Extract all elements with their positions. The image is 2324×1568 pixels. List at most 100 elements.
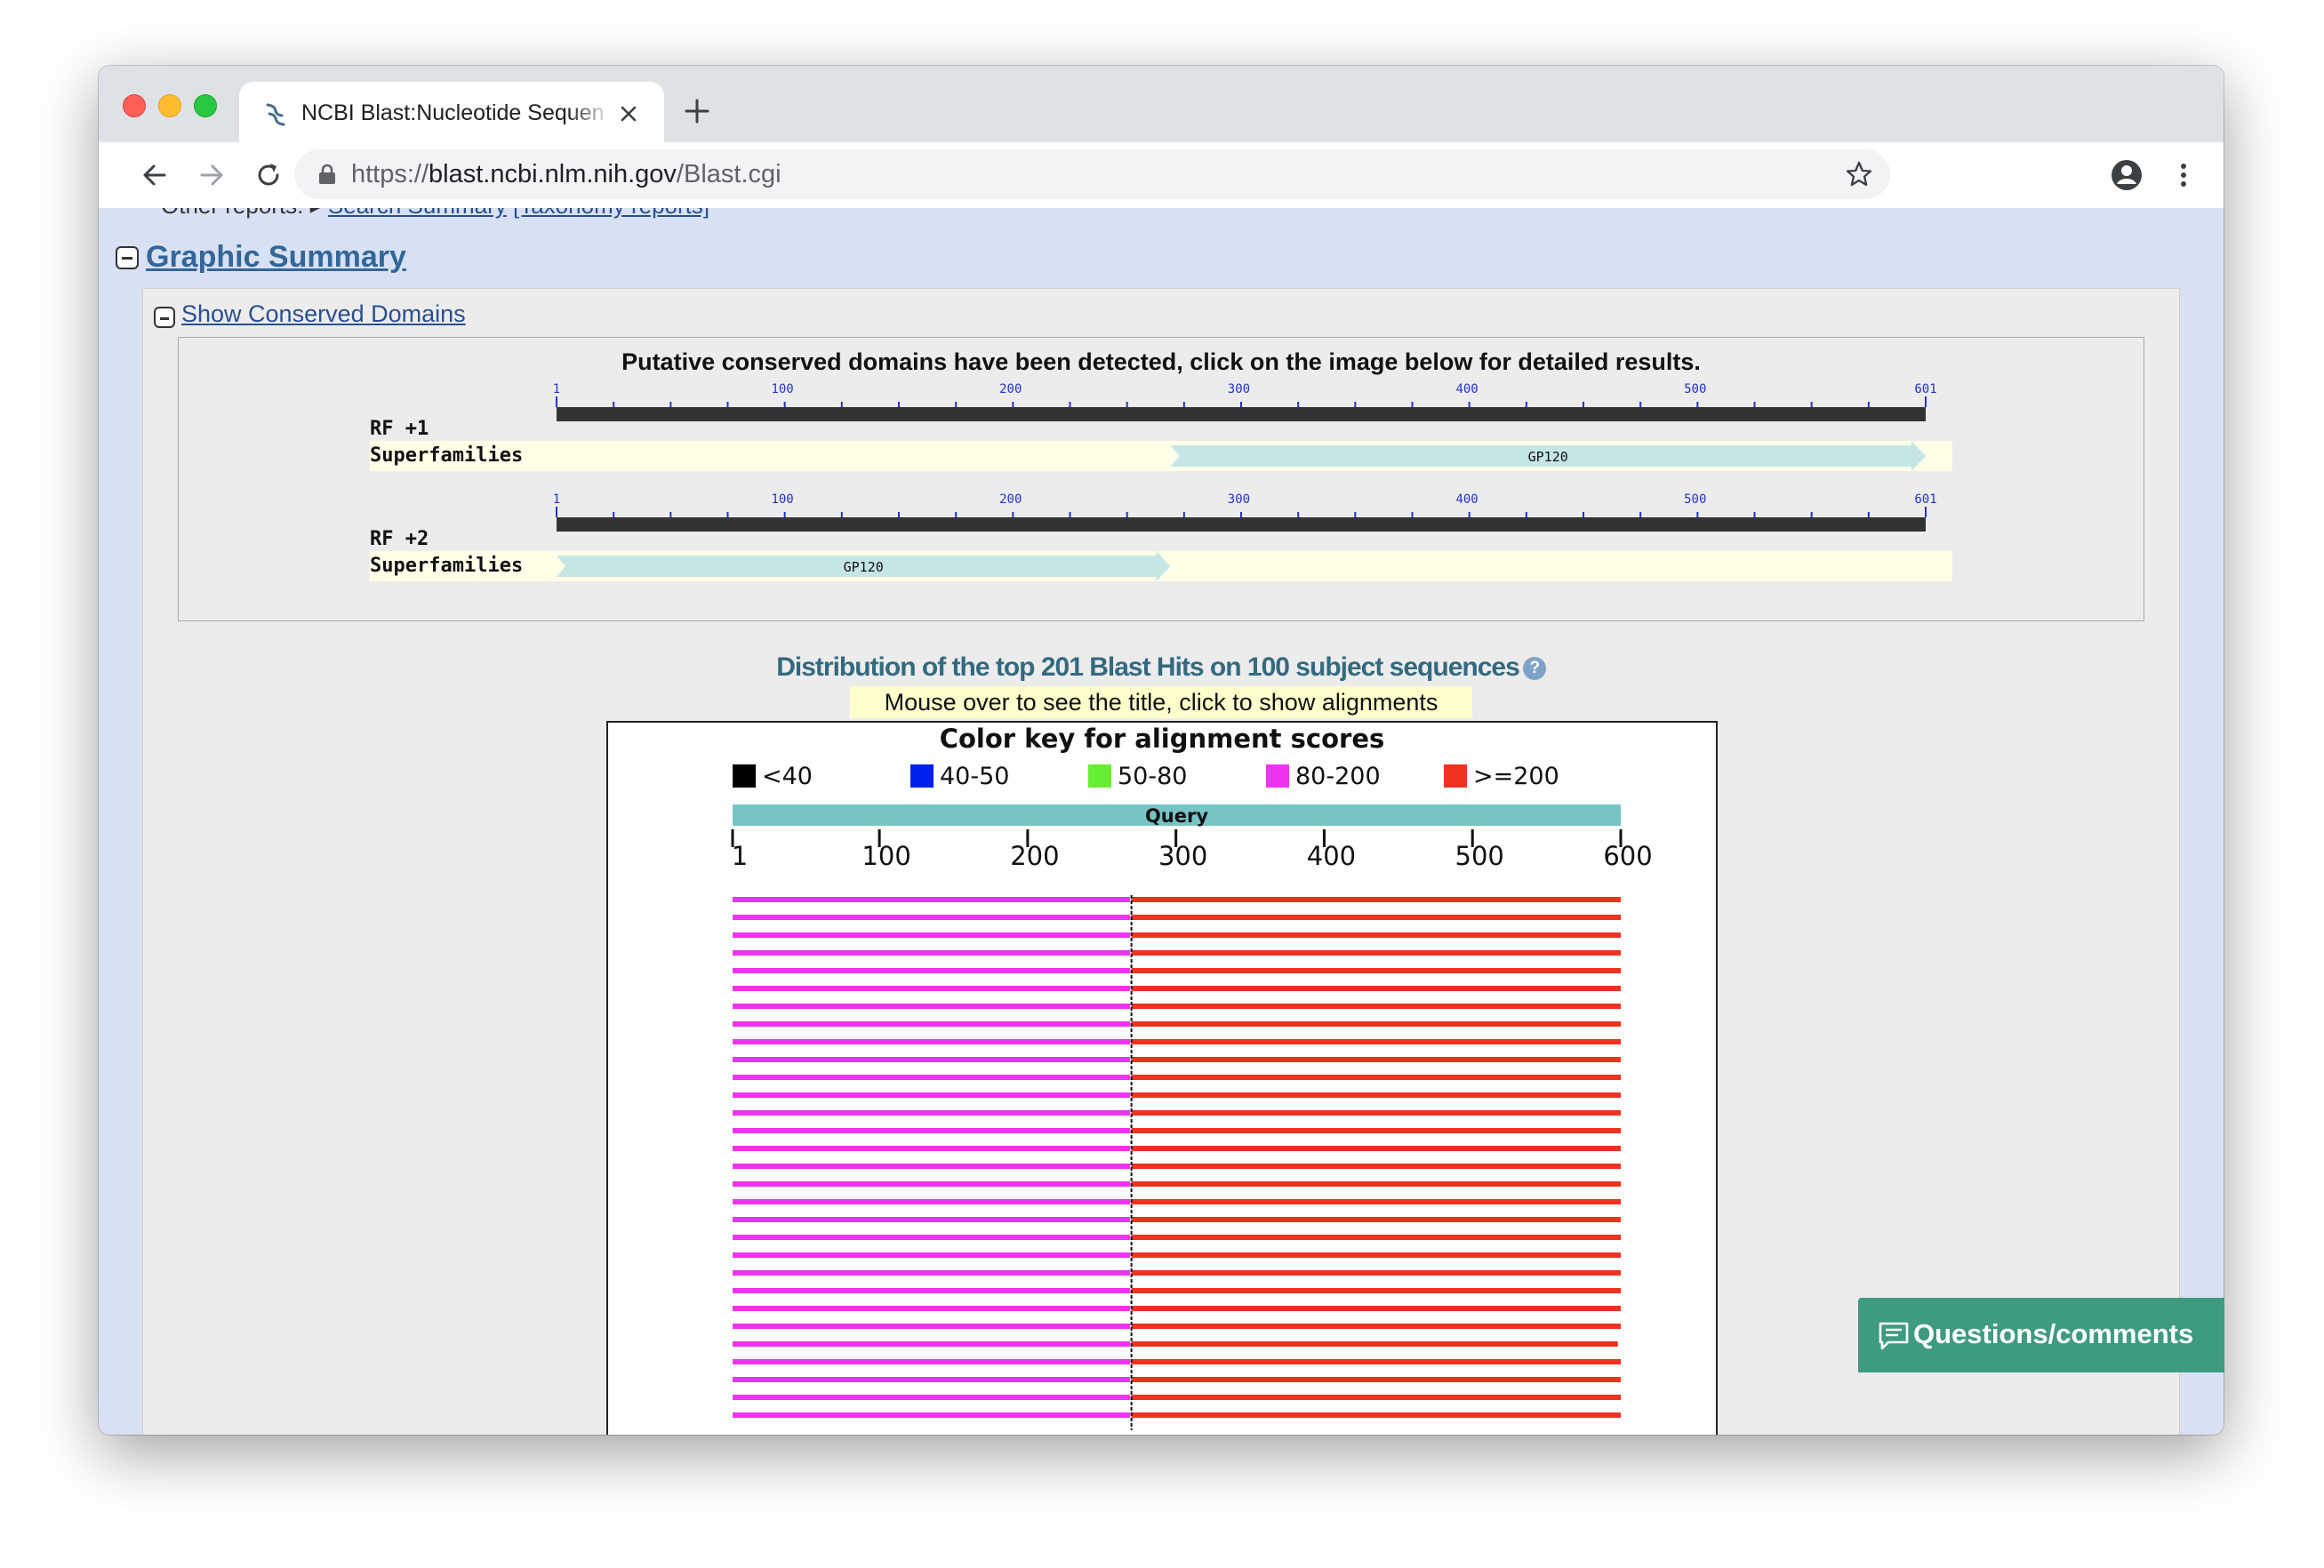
hit-segment (733, 1395, 1130, 1400)
new-tab-icon[interactable] (684, 98, 710, 124)
hit-segment (733, 1039, 1130, 1044)
hit-segment (1131, 1306, 1621, 1311)
cdd-tick-label: 400 (1455, 492, 1478, 507)
hit-segment (733, 1021, 1130, 1027)
reading-frame-label: RF +1 (370, 418, 429, 440)
hit-segment (1131, 1395, 1621, 1400)
forward-icon[interactable] (195, 158, 228, 192)
hit-segment (1131, 1359, 1621, 1364)
domain-label: GP120 (1528, 449, 1568, 465)
legend-label: 50-80 (1118, 763, 1187, 790)
superfamilies-label: Superfamilies (370, 555, 523, 577)
cdd-tick-label: 1 (553, 492, 560, 507)
hit-segment (1131, 1270, 1621, 1276)
hit-segment (733, 1164, 1130, 1169)
hit-segment (733, 1110, 1130, 1116)
cdd-tick-label: 500 (1684, 382, 1706, 396)
legend-swatch (1444, 764, 1467, 788)
browser-tab[interactable]: NCBI Blast:Nucleotide Sequence (239, 82, 664, 142)
cdd-tick-label: 200 (999, 492, 1022, 507)
cdd-tick-label: 601 (1914, 382, 1936, 396)
browser-toolbar: https://blast.ncbi.nlm.nih.gov/Blast.cgi (99, 142, 2224, 209)
show-conserved-domains-link[interactable]: Show Conserved Domains (181, 300, 466, 328)
hit-segment (733, 1235, 1130, 1240)
conserved-domains-box[interactable]: Putative conserved domains have been det… (178, 337, 2144, 621)
hit-segment (1131, 1164, 1621, 1169)
zoom-window-button[interactable] (194, 94, 217, 117)
taxonomy-reports-link[interactable]: [Taxonomy reports] (513, 208, 709, 219)
legend-label: 40-50 (940, 763, 1009, 790)
hit-segment (733, 1359, 1130, 1364)
collapse-conserved-domains-toggle[interactable] (154, 307, 175, 328)
reload-icon[interactable] (252, 158, 285, 192)
star-icon[interactable] (1845, 160, 1873, 188)
hit-segment (1131, 1128, 1621, 1133)
hit-segment (733, 1092, 1130, 1098)
tab-strip: NCBI Blast:Nucleotide Sequence (99, 66, 2224, 142)
distribution-title: Distribution of the top 201 Blast Hits o… (99, 652, 2224, 683)
address-bar[interactable]: https://blast.ncbi.nlm.nih.gov/Blast.cgi (294, 149, 1890, 199)
hit-segment (1131, 932, 1621, 938)
hit-segment (1131, 1021, 1621, 1027)
account-icon[interactable] (2110, 158, 2144, 192)
blast-hits-graphic[interactable]: Color key for alignment scores <40 40-50 50… (606, 721, 1718, 1435)
conserved-domains-graphic[interactable]: 1 100 200 300 400 500 601 RF +1 Superfamilies GP1… (179, 338, 2145, 622)
hit-segment (1131, 915, 1621, 920)
browser-window: NCBI Blast:Nucleotide Sequence https://b… (99, 66, 2224, 1435)
tab-title: NCBI Blast:Nucleotide Sequence (301, 100, 604, 125)
legend-swatch (1088, 764, 1111, 788)
legend-swatch (733, 764, 756, 788)
hit-segment (1131, 986, 1621, 991)
hit-segment (1131, 1288, 1621, 1293)
hit-segment (733, 897, 1130, 902)
axis-tick-label: 600 (1603, 841, 1652, 871)
hit-segment (733, 1057, 1130, 1062)
hit-segment (733, 1217, 1130, 1222)
cdd-tick-label: 100 (771, 382, 793, 396)
hit-segment (733, 1075, 1130, 1080)
graphic-summary-title[interactable]: Graphic Summary (146, 240, 406, 275)
search-summary-link[interactable]: Search Summary (328, 208, 507, 219)
hit-segment (733, 1270, 1130, 1276)
hit-segment (1131, 1377, 1621, 1382)
hit-segment (733, 1412, 1130, 1418)
cdd-ruler-bar (557, 517, 1926, 532)
axis-tick-label: 500 (1455, 841, 1504, 871)
hit-segment (733, 1199, 1130, 1204)
comment-icon (1879, 1322, 1909, 1350)
cdd-tick-label: 1 (553, 382, 560, 396)
close-icon[interactable] (616, 101, 641, 126)
hit-segment (733, 1146, 1130, 1151)
hit-segment (1131, 950, 1621, 956)
help-icon[interactable]: ? (1522, 657, 1546, 681)
hit-segment (1131, 1110, 1621, 1116)
cdd-tick-label: 100 (771, 492, 793, 507)
hit-segment (1131, 1412, 1621, 1418)
cdd-tick-label: 300 (1228, 382, 1250, 396)
cdd-tick-label: 601 (1914, 492, 1936, 507)
legend-label: >=200 (1473, 763, 1559, 790)
query-label: Query (1145, 805, 1208, 827)
hit-segment (1131, 1057, 1621, 1062)
hit-segment (733, 932, 1130, 938)
legend-label: <40 (762, 763, 813, 790)
hit-segment (1131, 1075, 1621, 1080)
hit-segment (733, 986, 1130, 991)
hit-segment (733, 1004, 1130, 1009)
hit-segment (1131, 1217, 1621, 1222)
questions-comments-button[interactable]: Questions/comments (1858, 1298, 2224, 1372)
hit-segment (733, 1324, 1130, 1329)
axis-tick-label: 100 (861, 841, 910, 871)
hit-segment (1131, 1181, 1621, 1187)
collapse-graphic-summary-toggle[interactable] (116, 246, 139, 269)
minimize-window-button[interactable] (158, 94, 181, 117)
close-window-button[interactable] (123, 94, 146, 117)
hit-segment (1131, 897, 1621, 902)
axis-tick-label: 200 (1010, 841, 1059, 871)
back-icon[interactable] (138, 158, 172, 192)
hit-segment (733, 1288, 1130, 1293)
menu-icon[interactable] (2167, 158, 2200, 192)
hit-segment (1131, 968, 1621, 973)
hit-segment (1131, 1146, 1621, 1151)
cdd-tick-label: 300 (1228, 492, 1250, 507)
